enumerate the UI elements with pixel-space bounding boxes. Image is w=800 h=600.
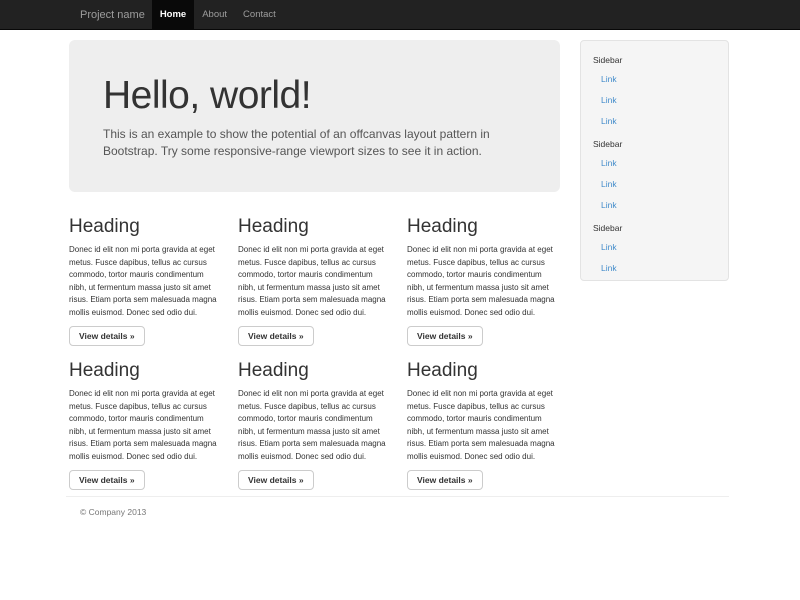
page-title: Hello, world! — [103, 74, 526, 118]
footer-divider — [66, 496, 729, 497]
sidebar-link[interactable]: Link — [581, 173, 728, 194]
cards-row-2: Heading Donec id elit non mi porta gravi… — [69, 346, 563, 490]
jumbotron-description: This is an example to show the potential… — [103, 126, 523, 160]
card-heading: Heading — [238, 360, 389, 381]
sidebar-link[interactable]: Link — [581, 257, 728, 278]
card-heading: Heading — [69, 216, 220, 237]
nav-item-home[interactable]: Home — [152, 0, 194, 30]
nav-item-contact[interactable]: Contact — [235, 0, 284, 30]
navbar-container: Project name Home About Contact — [66, 0, 800, 30]
card-heading: Heading — [69, 360, 220, 381]
sidebar-link[interactable]: Link — [581, 68, 728, 89]
sidebar-link[interactable]: Link — [581, 110, 728, 131]
card-body-text: Donec id elit non mi porta gravida at eg… — [238, 244, 389, 319]
brand-link[interactable]: Project name — [66, 0, 152, 30]
sidebar-group-title: Sidebar — [581, 47, 728, 68]
view-details-button[interactable]: View details » — [238, 470, 314, 490]
view-details-button[interactable]: View details » — [407, 470, 483, 490]
page-footer: © Company 2013 — [66, 507, 729, 517]
sidebar-link[interactable]: Link — [581, 236, 728, 257]
sidebar: Sidebar Link Link Link Sidebar Link Link… — [580, 40, 729, 281]
cards-row-1: Heading Donec id elit non mi porta gravi… — [69, 192, 563, 346]
view-details-button[interactable]: View details » — [69, 470, 145, 490]
content-card: Heading Donec id elit non mi porta gravi… — [238, 192, 389, 346]
sidebar-link[interactable]: Link — [581, 89, 728, 110]
content-card: Heading Donec id elit non mi porta gravi… — [69, 192, 220, 346]
card-body-text: Donec id elit non mi porta gravida at eg… — [69, 244, 220, 319]
view-details-button[interactable]: View details » — [69, 326, 145, 346]
sidebar-group-title: Sidebar — [581, 215, 728, 236]
sidebar-link[interactable]: Link — [581, 194, 728, 215]
navbar-menu: Home About Contact — [152, 0, 284, 30]
card-heading: Heading — [407, 216, 558, 237]
content-card: Heading Donec id elit non mi porta gravi… — [69, 346, 220, 490]
jumbotron: Hello, world! This is an example to show… — [69, 40, 560, 192]
card-heading: Heading — [407, 360, 558, 381]
card-heading: Heading — [238, 216, 389, 237]
view-details-button[interactable]: View details » — [407, 326, 483, 346]
view-details-button[interactable]: View details » — [238, 326, 314, 346]
top-navbar: Project name Home About Contact — [0, 0, 800, 30]
sidebar-group-title: Sidebar — [581, 131, 728, 152]
copyright-text: © Company 2013 — [80, 507, 729, 517]
content-card: Heading Donec id elit non mi porta gravi… — [238, 346, 389, 490]
card-body-text: Donec id elit non mi porta gravida at eg… — [69, 388, 220, 463]
main-row: Hello, world! This is an example to show… — [66, 30, 729, 490]
content-card: Heading Donec id elit non mi porta gravi… — [407, 346, 558, 490]
nav-item-about[interactable]: About — [194, 0, 235, 30]
sidebar-link[interactable]: Link — [581, 152, 728, 173]
content-card: Heading Donec id elit non mi porta gravi… — [407, 192, 558, 346]
main-content: Hello, world! This is an example to show… — [69, 30, 563, 490]
page-container: Hello, world! This is an example to show… — [66, 30, 729, 517]
card-body-text: Donec id elit non mi porta gravida at eg… — [238, 388, 389, 463]
card-body-text: Donec id elit non mi porta gravida at eg… — [407, 388, 558, 463]
card-body-text: Donec id elit non mi porta gravida at eg… — [407, 244, 558, 319]
